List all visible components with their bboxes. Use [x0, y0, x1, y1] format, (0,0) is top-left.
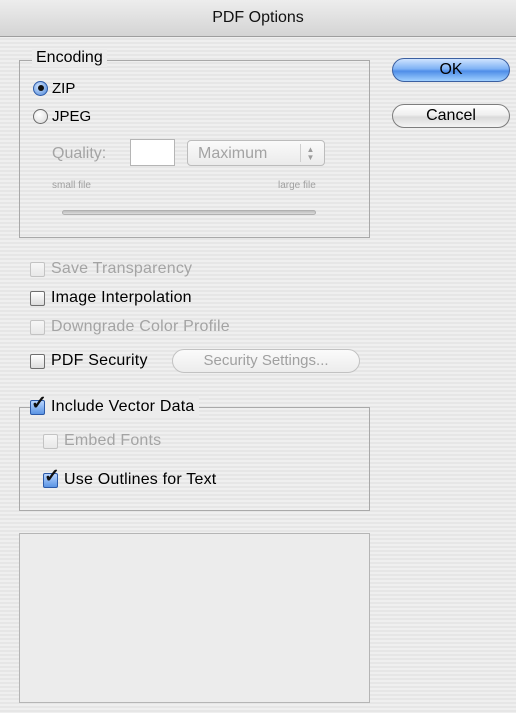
large-file-label: large file: [278, 180, 316, 191]
radio-selected-icon: [37, 85, 44, 91]
quality-preset-value: Maximum: [198, 145, 268, 162]
title-bar: PDF Options: [0, 0, 516, 37]
updown-arrows-icon: ▲ ▼: [300, 144, 320, 162]
quality-input[interactable]: [130, 139, 175, 166]
checkmark-icon: ✓: [31, 392, 48, 414]
preview-area: [19, 533, 370, 703]
embed-fonts-label: Embed Fonts: [64, 432, 162, 449]
include-vector-data-row[interactable]: ✓ Include Vector Data: [30, 394, 200, 418]
pdf-security-checkbox[interactable]: [30, 353, 45, 369]
checkmark-icon: ✓: [44, 465, 61, 487]
use-outlines-row[interactable]: ✓ Use Outlines for Text: [43, 467, 217, 491]
embed-fonts-checkbox: [43, 433, 58, 449]
pdf-security-row[interactable]: PDF Security: [30, 350, 148, 372]
jpeg-radio-row[interactable]: JPEG: [33, 106, 91, 126]
include-vector-data-checkbox[interactable]: ✓: [30, 394, 47, 415]
save-transparency-label: Save Transparency: [51, 260, 193, 277]
vector-group: [19, 407, 370, 511]
ok-button[interactable]: OK: [392, 58, 510, 82]
downgrade-color-profile-checkbox: [30, 319, 45, 335]
downgrade-color-profile-row: Downgrade Color Profile: [30, 316, 230, 338]
pdf-security-label: PDF Security: [51, 352, 148, 369]
quality-label: Quality:: [52, 145, 107, 162]
image-interpolation-row[interactable]: Image Interpolation: [30, 287, 192, 309]
encoding-legend: Encoding: [32, 49, 107, 67]
zip-label: ZIP: [52, 79, 76, 97]
image-interpolation-label: Image Interpolation: [51, 289, 192, 306]
zip-radio-row[interactable]: ZIP: [33, 78, 75, 98]
window-title: PDF Options: [212, 9, 304, 26]
cancel-button[interactable]: Cancel: [392, 104, 510, 128]
quality-slider[interactable]: [62, 210, 316, 215]
use-outlines-label: Use Outlines for Text: [64, 471, 217, 488]
jpeg-radio[interactable]: [33, 108, 48, 124]
use-outlines-checkbox[interactable]: ✓: [43, 467, 60, 488]
embed-fonts-row: Embed Fonts: [43, 430, 161, 452]
zip-radio[interactable]: [33, 80, 48, 96]
jpeg-label: JPEG: [52, 107, 92, 125]
quality-preset-select[interactable]: Maximum ▲ ▼: [187, 140, 325, 166]
small-file-label: small file: [52, 180, 91, 191]
save-transparency-checkbox: [30, 261, 45, 277]
save-transparency-row: Save Transparency: [30, 258, 192, 280]
include-vector-data-label: Include Vector Data: [51, 398, 195, 415]
downgrade-color-profile-label: Downgrade Color Profile: [51, 318, 230, 335]
security-settings-button: Security Settings...: [172, 349, 360, 373]
image-interpolation-checkbox[interactable]: [30, 290, 45, 306]
